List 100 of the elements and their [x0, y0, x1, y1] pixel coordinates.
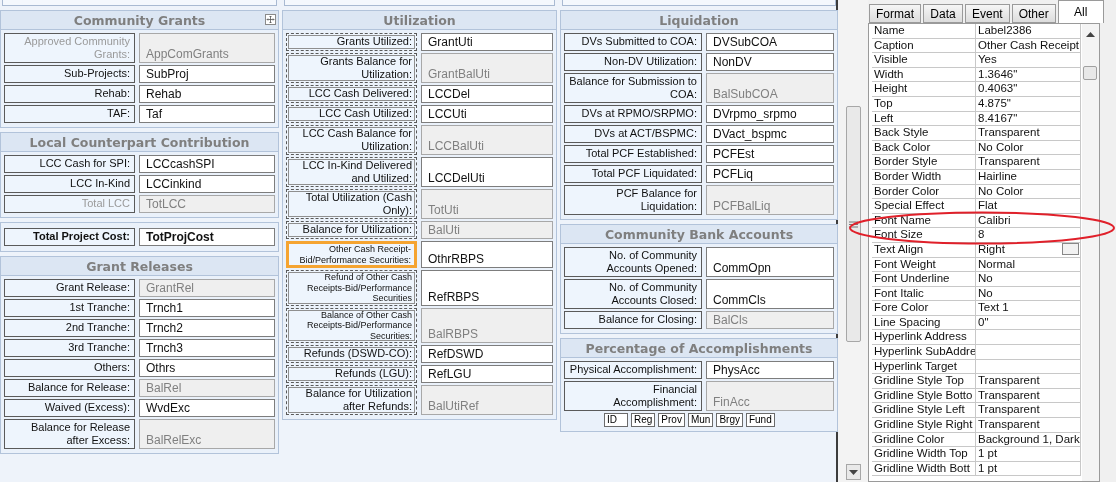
- text-field[interactable]: FinAcc: [706, 381, 834, 411]
- field-label: Sub-Projects:: [4, 65, 135, 83]
- field-label: Total PCF Established:: [564, 145, 702, 163]
- property-value[interactable]: Transparent: [976, 126, 1081, 141]
- text-field[interactable]: NonDV: [706, 53, 834, 71]
- property-value[interactable]: 8.4167": [976, 111, 1081, 127]
- property-name: Left: [872, 111, 976, 127]
- property-value[interactable]: 1 pt: [976, 461, 1081, 477]
- text-field[interactable]: GrantRel: [139, 279, 275, 297]
- property-value[interactable]: 4.875": [976, 96, 1081, 112]
- property-value[interactable]: Transparent: [976, 403, 1081, 419]
- text-field[interactable]: RefLGU: [421, 365, 553, 383]
- text-field[interactable]: GrantBalUti: [421, 53, 553, 83]
- property-value[interactable]: Transparent: [976, 418, 1081, 433]
- property-value[interactable]: [976, 345, 1081, 360]
- property-value[interactable]: 0.4063": [976, 82, 1081, 97]
- text-field[interactable]: AppComGrants: [139, 33, 275, 63]
- field-label: TAF:: [4, 105, 135, 123]
- text-field[interactable]: PhysAcc: [706, 361, 834, 379]
- text-field[interactable]: OthrRBPS: [421, 241, 553, 268]
- text-field[interactable]: BalUtiRef: [421, 385, 553, 415]
- text-field[interactable]: LCCcashSPI: [139, 155, 275, 173]
- text-field[interactable]: RefRBPS: [421, 270, 553, 306]
- text-field[interactable]: LCCBalUti: [421, 125, 553, 155]
- property-value[interactable]: No: [976, 272, 1081, 287]
- text-field[interactable]: LCCinkind: [139, 175, 275, 193]
- text-field[interactable]: RefDSWD: [421, 345, 553, 363]
- property-value[interactable]: 1.3646": [976, 67, 1081, 83]
- property-value[interactable]: 0": [976, 315, 1081, 331]
- text-field[interactable]: LCCDel: [421, 85, 553, 103]
- scroll-down-button[interactable]: [846, 464, 861, 480]
- property-value[interactable]: Transparent: [976, 374, 1081, 389]
- text-field[interactable]: TotLCC: [139, 195, 275, 213]
- property-name: Gridline Color: [872, 432, 976, 448]
- text-field[interactable]: BalSubCOA: [706, 73, 834, 103]
- text-field[interactable]: Trnch2: [139, 319, 275, 337]
- up-arrow-icon[interactable]: [1086, 32, 1095, 37]
- property-value[interactable]: Text 1: [976, 301, 1081, 316]
- text-field[interactable]: LCCDelUti: [421, 157, 553, 187]
- small-field[interactable]: Prov: [658, 413, 685, 427]
- text-field[interactable]: TotUti: [421, 189, 553, 219]
- text-field[interactable]: LCCUti: [421, 105, 553, 123]
- text-field[interactable]: BalCls: [706, 311, 834, 329]
- property-value[interactable]: Normal: [976, 257, 1081, 273]
- text-field[interactable]: PCFLiq: [706, 165, 834, 183]
- text-field[interactable]: DVSubCOA: [706, 33, 834, 51]
- property-value[interactable]: Right: [976, 242, 1081, 258]
- field-label: 3rd Tranche:: [4, 339, 135, 357]
- property-value[interactable]: Hairline: [976, 169, 1081, 185]
- text-field[interactable]: Trnch1: [139, 299, 275, 317]
- small-field[interactable]: ID: [604, 413, 628, 427]
- text-field[interactable]: Rehab: [139, 85, 275, 103]
- text-field[interactable]: Taf: [139, 105, 275, 123]
- text-field[interactable]: DVact_bspmc: [706, 125, 834, 143]
- text-field[interactable]: SubProj: [139, 65, 275, 83]
- small-field[interactable]: Reg: [631, 413, 656, 427]
- property-value[interactable]: 1 pt: [976, 447, 1081, 462]
- section-title: Community Grants: [1, 11, 278, 30]
- small-field[interactable]: Mun: [687, 413, 714, 427]
- property-value[interactable]: Yes: [976, 53, 1081, 68]
- property-name: Fore Color: [872, 301, 976, 316]
- text-field[interactable]: CommCls: [706, 279, 834, 309]
- property-value[interactable]: Transparent: [976, 388, 1081, 404]
- property-name: Font Underline: [872, 272, 976, 287]
- property-name: Caption: [872, 38, 976, 54]
- property-value[interactable]: Calibri: [976, 213, 1081, 229]
- field-label: Grant Release:: [4, 279, 135, 297]
- property-tab[interactable]: Event: [965, 4, 1010, 23]
- text-field[interactable]: GrantUti: [421, 33, 553, 51]
- property-name: Line Spacing: [872, 315, 976, 331]
- text-field[interactable]: Trnch3: [139, 339, 275, 357]
- property-value[interactable]: No Color: [976, 184, 1081, 200]
- small-field[interactable]: Brgy: [716, 413, 743, 427]
- move-handle-icon[interactable]: [265, 14, 276, 25]
- property-value[interactable]: Flat: [976, 199, 1081, 214]
- property-value[interactable]: Background 1, Dark: [976, 432, 1081, 448]
- property-tab[interactable]: All: [1057, 0, 1104, 23]
- property-value[interactable]: No: [976, 286, 1081, 302]
- text-field[interactable]: DVrpmo_srpmo: [706, 105, 834, 123]
- property-tab[interactable]: Other: [1011, 4, 1056, 23]
- property-value[interactable]: No Color: [976, 140, 1081, 156]
- property-value[interactable]: [976, 359, 1081, 375]
- text-field[interactable]: WvdExc: [139, 399, 275, 417]
- field-label: LCC Cash Delivered:: [286, 85, 417, 103]
- property-tab[interactable]: Format: [869, 4, 921, 23]
- text-field[interactable]: PCFEst: [706, 145, 834, 163]
- property-tab[interactable]: Data: [923, 4, 963, 23]
- small-field[interactable]: Fund: [745, 413, 775, 427]
- property-name: Gridline Style Top: [872, 374, 976, 389]
- scrollbar-thumb[interactable]: [846, 106, 861, 342]
- text-field[interactable]: BalUti: [421, 221, 553, 239]
- property-value[interactable]: Transparent: [976, 155, 1081, 170]
- scrollbar-thumb[interactable]: [1083, 66, 1097, 80]
- text-field[interactable]: TotProjCost: [139, 228, 275, 246]
- text-field[interactable]: CommOpn: [706, 247, 834, 277]
- property-value[interactable]: Other Cash Receipt: [976, 38, 1081, 54]
- text-field[interactable]: Othrs: [139, 359, 275, 377]
- property-value[interactable]: Label2386: [976, 24, 1081, 39]
- property-value[interactable]: [976, 330, 1081, 346]
- property-value[interactable]: 8: [976, 228, 1081, 243]
